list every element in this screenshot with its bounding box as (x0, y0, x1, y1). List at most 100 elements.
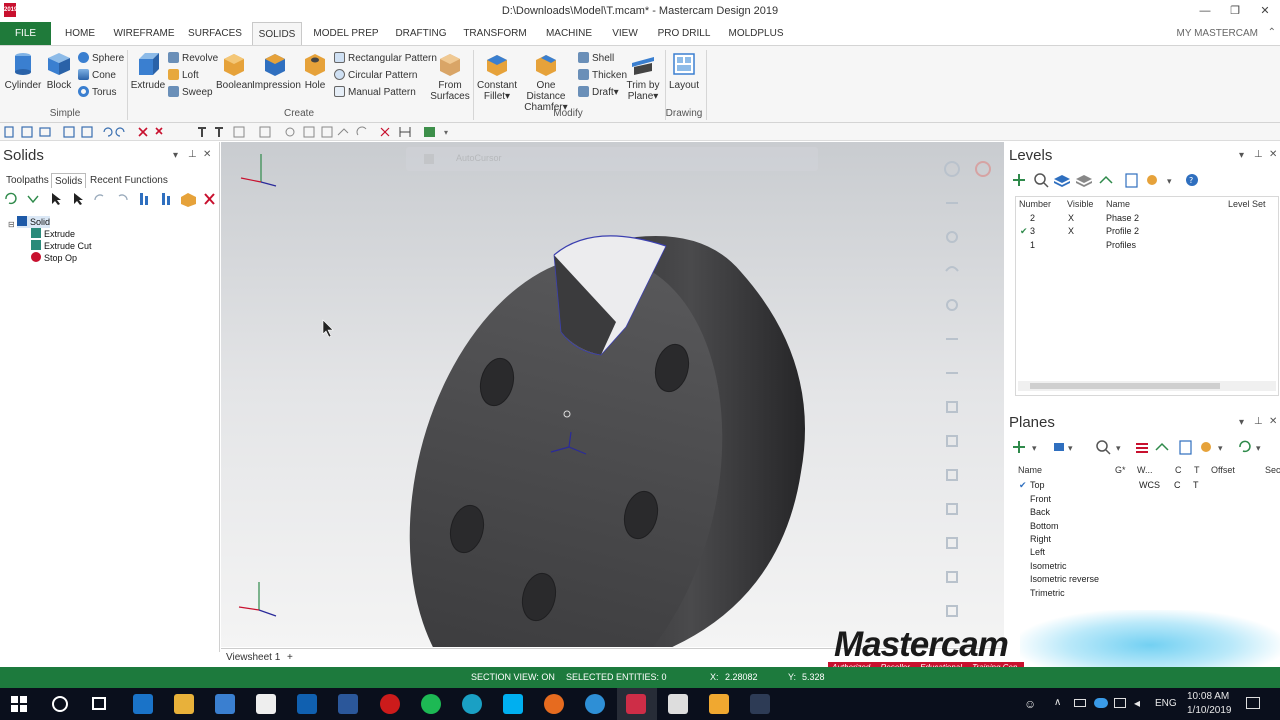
level-row-visible[interactable]: X (1068, 226, 1074, 236)
block-button[interactable]: Block (42, 51, 76, 91)
close-panel-icon[interactable]: ✕ (1269, 416, 1277, 427)
col-visible[interactable]: Visible (1067, 199, 1093, 209)
sphere-button[interactable]: Sphere (78, 52, 124, 66)
rectangular-pattern-button[interactable]: Rectangular Pattern (334, 52, 437, 66)
onedrive-icon[interactable] (1094, 698, 1108, 708)
plane-row-name[interactable]: Top (1030, 480, 1045, 490)
file-explorer-icon[interactable] (174, 694, 194, 714)
media-icon[interactable] (709, 694, 729, 714)
tray-chevron-icon[interactable]: ∧ (1054, 697, 1061, 708)
language-indicator[interactable]: ENG (1155, 698, 1177, 709)
tab-recent-functions[interactable]: Recent Functions (87, 173, 171, 188)
panel-menu-icon[interactable]: ▾ (173, 150, 178, 161)
tab-toolpaths[interactable]: Toolpaths (3, 173, 52, 188)
draft-button[interactable]: Draft▾ (578, 86, 619, 100)
clock-date[interactable]: 1/10/2019 (1187, 705, 1232, 716)
restore-button[interactable]: ❐ (1220, 2, 1250, 20)
opera-icon[interactable] (380, 694, 400, 714)
sweep-button[interactable]: Sweep (168, 86, 213, 100)
levels-toolbar[interactable]: ▾ ? (1010, 171, 1210, 189)
level-row-name[interactable]: Phase 2 (1106, 213, 1139, 223)
col-sec[interactable]: Sec (1265, 465, 1280, 475)
impression-button[interactable]: Impression (252, 51, 301, 91)
tab-model-prep[interactable]: MODEL PREP (310, 22, 382, 45)
scroll-thumb[interactable] (1030, 383, 1220, 389)
close-panel-icon[interactable]: ✕ (203, 149, 211, 160)
network-icon[interactable] (1114, 698, 1126, 708)
outlook-icon[interactable] (297, 694, 317, 714)
tab-moldplus[interactable]: MOLDPLUS (724, 22, 788, 45)
plane-row-t[interactable]: T (1193, 480, 1199, 490)
from-surfaces-button[interactable]: From Surfaces (430, 51, 470, 102)
one-distance-chamfer-button[interactable]: One Distance Chamfer▾ (518, 51, 574, 113)
app-24-icon[interactable] (462, 694, 482, 714)
level-row-visible[interactable]: X (1068, 213, 1074, 223)
torus-button[interactable]: Torus (78, 86, 116, 100)
col-name[interactable]: Name (1106, 199, 1130, 209)
chrome-icon[interactable] (585, 694, 605, 714)
col-c[interactable]: C (1175, 465, 1182, 475)
plane-row-wcs[interactable]: WCS (1139, 480, 1160, 490)
tab-solids[interactable]: SOLIDS (252, 22, 302, 45)
action-center-icon[interactable] (1246, 697, 1260, 709)
battery-icon[interactable] (1074, 699, 1086, 707)
minimize-button[interactable]: — (1190, 2, 1220, 20)
tab-transform[interactable]: TRANSFORM (462, 22, 528, 45)
my-mastercam-link[interactable]: MY MASTERCAM (1177, 22, 1259, 45)
plane-row-name[interactable]: Isometric reverse (1030, 574, 1099, 584)
col-level-set[interactable]: Level Set (1228, 199, 1266, 209)
levels-hscrollbar[interactable] (1018, 381, 1276, 391)
plane-row-name[interactable]: Right (1030, 534, 1051, 544)
panel-menu-icon[interactable]: ▾ (1239, 417, 1244, 428)
pin-icon[interactable]: ⊥ (1254, 416, 1263, 427)
tab-solids-panel[interactable]: Solids (51, 173, 87, 188)
shell-button[interactable]: Shell (578, 52, 614, 66)
tree-item-extrude-cut[interactable]: Extrude Cut (31, 240, 92, 252)
plane-row-name[interactable]: Isometric (1030, 561, 1067, 571)
collapse-ribbon-icon[interactable]: ⌃ (1268, 27, 1276, 38)
add-viewsheet-button[interactable]: + (287, 652, 293, 663)
plane-row-c[interactable]: C (1174, 480, 1181, 490)
tree-item-stop-op[interactable]: Stop Op (31, 252, 77, 264)
firefox-icon[interactable] (544, 694, 564, 714)
cone-button[interactable]: Cone (78, 69, 116, 83)
close-button[interactable]: ✕ (1250, 2, 1280, 20)
cortana-icon[interactable] (52, 696, 68, 712)
tab-view[interactable]: VIEW (606, 22, 644, 45)
tab-surfaces[interactable]: SURFACES (186, 22, 244, 45)
extrude-button[interactable]: Extrude (130, 51, 166, 91)
mail-icon[interactable] (256, 694, 276, 714)
windows-start-icon[interactable] (11, 696, 27, 712)
viewsheet-1-tab[interactable]: Viewsheet 1 (226, 652, 280, 663)
tab-home[interactable]: HOME (58, 22, 102, 45)
word-icon[interactable] (338, 694, 358, 714)
tab-machine[interactable]: MACHINE (540, 22, 598, 45)
terminal-icon[interactable] (750, 694, 770, 714)
level-row-name[interactable]: Profile 2 (1106, 226, 1139, 236)
tab-file[interactable]: FILE (0, 22, 51, 45)
level-row-number[interactable]: 2 (1030, 213, 1035, 223)
solids-toolbar[interactable] (0, 190, 220, 208)
store-icon[interactable] (215, 694, 235, 714)
trim-by-plane-button[interactable]: Trim by Plane▾ (624, 51, 662, 102)
col-offset[interactable]: Offset (1211, 465, 1235, 475)
circular-pattern-button[interactable]: Circular Pattern (334, 69, 417, 83)
volume-icon[interactable]: ◂ (1134, 696, 1140, 710)
section-view-status[interactable]: SECTION VIEW: ON (471, 672, 555, 682)
edge-icon[interactable] (133, 694, 153, 714)
people-icon[interactable]: ☺ (1024, 697, 1036, 711)
pin-icon[interactable]: ⊥ (188, 149, 197, 160)
boolean-button[interactable]: Boolean (216, 51, 253, 91)
col-w[interactable]: W... (1137, 465, 1153, 475)
panel-menu-icon[interactable]: ▾ (1239, 150, 1244, 161)
photos-icon[interactable] (668, 694, 688, 714)
tab-wireframe[interactable]: WIREFRAME (110, 22, 178, 45)
tree-item-extrude[interactable]: Extrude (31, 228, 75, 240)
task-view-icon[interactable] (92, 697, 106, 710)
spotify-icon[interactable] (421, 694, 441, 714)
thicken-button[interactable]: Thicken (578, 69, 627, 83)
skype-icon[interactable] (503, 694, 523, 714)
clock-time[interactable]: 10:08 AM (1187, 691, 1229, 702)
col-plane-name[interactable]: Name (1018, 465, 1042, 475)
hole-button[interactable]: Hole (300, 51, 330, 91)
